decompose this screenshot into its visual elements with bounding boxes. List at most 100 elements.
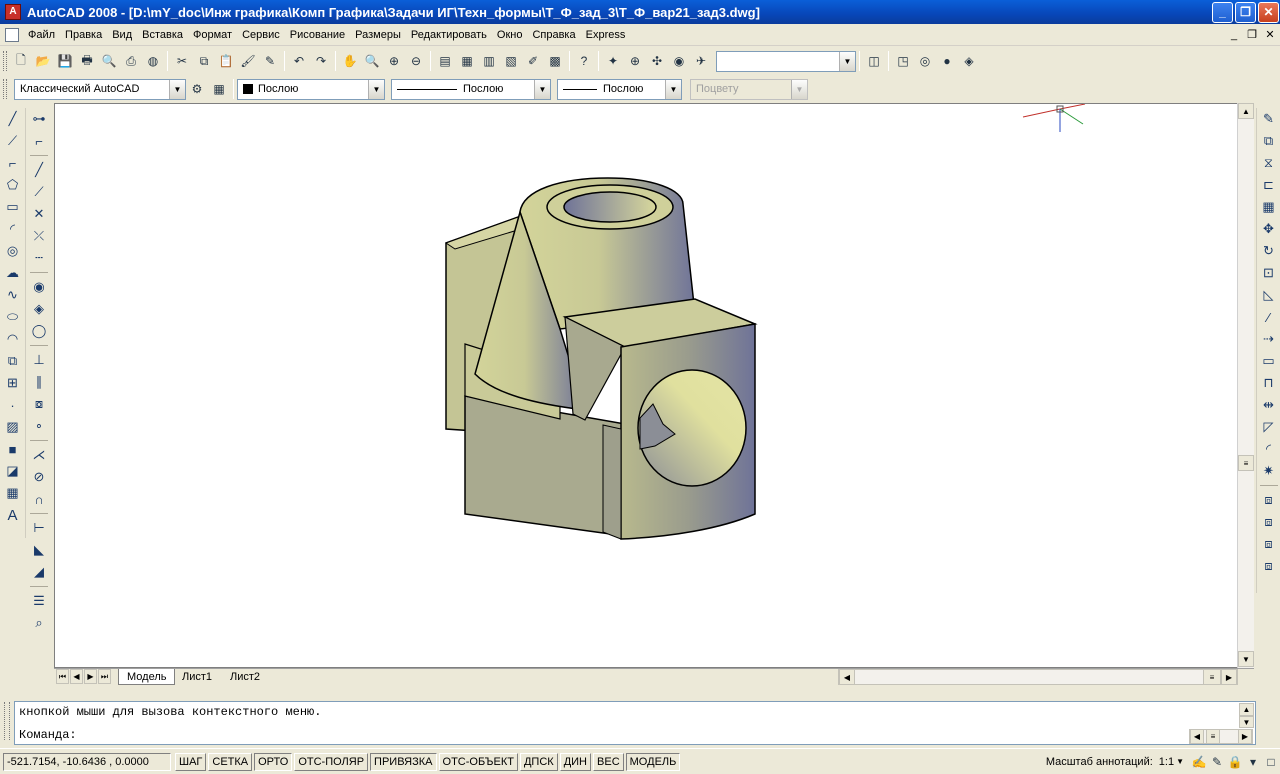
last-tab-icon[interactable]: ⏭ (98, 669, 111, 684)
status-toggle-2[interactable]: ОРТО (254, 752, 293, 771)
drawing-area[interactable] (54, 103, 1238, 668)
copy-icon[interactable]: ⧉ (193, 50, 215, 72)
gradient-icon[interactable]: ■ (2, 438, 24, 460)
render-icon[interactable]: ◈ (958, 50, 980, 72)
dim-update-icon[interactable]: ⌕ (28, 612, 50, 634)
polyline-icon[interactable]: ⌐ (2, 152, 24, 174)
linetype-combo[interactable]: Послою ▼ (391, 78, 551, 100)
status-toggle-1[interactable]: СЕТКА (208, 752, 253, 771)
menu-item-0[interactable]: Файл (23, 24, 60, 46)
scroll-left-icon[interactable]: ◀ (839, 669, 855, 685)
new-icon[interactable]: 🗋 (10, 50, 32, 72)
rectangle-icon[interactable]: ▭ (2, 196, 24, 218)
plot-icon[interactable]: 🖶 (76, 50, 98, 72)
status-toggle-6[interactable]: ДПСК (519, 752, 558, 771)
arc-icon[interactable]: ◜ (2, 218, 24, 240)
minimize-button[interactable]: _ (1212, 2, 1233, 23)
snap-intersection-icon[interactable]: ✕ (28, 203, 50, 225)
menu-item-10[interactable]: Справка (527, 24, 580, 46)
markup-icon[interactable]: ✐ (522, 50, 544, 72)
ellipse-icon[interactable]: ⬭ (2, 306, 24, 328)
open-icon[interactable]: 📂 (32, 50, 54, 72)
clean-screen-icon[interactable]: □ (1262, 751, 1280, 773)
status-toggle-9[interactable]: МОДЕЛЬ (625, 752, 681, 771)
chamfer-icon[interactable]: ◸ (1258, 416, 1280, 438)
workspace-combo[interactable]: Классический AutoCAD ▼ (14, 78, 186, 100)
break-icon[interactable]: ⊓ (1258, 372, 1280, 394)
line-icon[interactable]: ╱ (2, 108, 24, 130)
chevron-down-icon[interactable]: ▼ (368, 79, 384, 99)
chevron-down-icon[interactable]: ▼ (534, 79, 550, 99)
box-icon[interactable]: ◳ (892, 50, 914, 72)
trim-icon[interactable]: ⁄ (1258, 306, 1280, 328)
status-toggle-4[interactable]: ПРИВЯЗКА (370, 752, 437, 771)
offset-icon[interactable]: ⊏ (1258, 174, 1280, 196)
move-icon[interactable]: ✥ (1258, 218, 1280, 240)
snap-node-icon[interactable]: ∘ (28, 415, 50, 437)
status-tray-settings-icon[interactable]: ▾ (1244, 751, 1262, 773)
next-tab-icon[interactable]: ▶ (84, 669, 97, 684)
send-under-icon[interactable]: ⧈ (1258, 555, 1280, 577)
dim-style-icon[interactable]: ☰ (28, 590, 50, 612)
workspace-settings-icon[interactable]: ⚙ (186, 78, 208, 100)
lineweight-combo[interactable]: Послою ▼ (557, 78, 682, 100)
prev-tab-icon[interactable]: ◀ (70, 669, 83, 684)
scale-icon[interactable]: ⊡ (1258, 262, 1280, 284)
annotation-scale-value[interactable]: 1:1 (1159, 756, 1174, 768)
scroll-right-icon[interactable]: ▶ (1238, 729, 1252, 744)
chevron-down-icon[interactable]: ▼ (665, 79, 681, 99)
spline-icon[interactable]: ∿ (2, 284, 24, 306)
snap-perpendicular-icon[interactable]: ⊥ (28, 349, 50, 371)
undo-icon[interactable]: ↶ (288, 50, 310, 72)
command-hscroll[interactable]: ◀ ≡ ▶ (1189, 729, 1253, 744)
fly-icon[interactable]: ✈ (690, 50, 712, 72)
snap-none-icon[interactable]: ⊘ (28, 466, 50, 488)
construction-line-icon[interactable]: ⟋ (2, 130, 24, 152)
snap-tangent-icon[interactable]: ◯ (28, 320, 50, 342)
stretch-icon[interactable]: ◺ (1258, 284, 1280, 306)
zoom-icon[interactable]: ⊕ (624, 50, 646, 72)
coordinates-readout[interactable]: -521.7154, -10.6436 , 0.0000 (3, 752, 171, 771)
lock-toolbars-icon[interactable]: ▦ (208, 78, 230, 100)
circle-icon[interactable]: ◎ (2, 240, 24, 262)
bring-to-front-icon[interactable]: ⧈ (1258, 489, 1280, 511)
named-views-icon[interactable]: ✦ (602, 50, 624, 72)
zoom-previous-icon[interactable]: ⊖ (405, 50, 427, 72)
status-toggle-5[interactable]: ОТС-ОБЪЕКТ (438, 752, 518, 771)
zoom-realtime-icon[interactable]: 🔍 (361, 50, 383, 72)
scroll-up-icon[interactable]: ▲ (1239, 703, 1254, 716)
snap-nearest-icon[interactable]: ⋌ (28, 444, 50, 466)
save-icon[interactable]: 💾 (54, 50, 76, 72)
rotate-icon[interactable]: ↻ (1258, 240, 1280, 262)
menu-item-5[interactable]: Сервис (237, 24, 285, 46)
match-properties-icon[interactable]: 🖌 (237, 50, 259, 72)
break-at-point-icon[interactable]: ▭ (1258, 350, 1280, 372)
temp-track-icon[interactable]: ⊶ (28, 108, 50, 130)
orbit-icon[interactable]: ✣ (646, 50, 668, 72)
mdi-minimize-button[interactable]: _ (1226, 27, 1242, 43)
tab-layout2[interactable]: Лист2 (222, 669, 268, 685)
block-editor-icon[interactable]: ✎ (259, 50, 281, 72)
sheet-set-icon[interactable]: ▧ (500, 50, 522, 72)
make-block-icon[interactable]: ⊞ (2, 372, 24, 394)
paste-icon[interactable]: 📋 (215, 50, 237, 72)
menu-item-4[interactable]: Формат (188, 24, 237, 46)
explode-icon[interactable]: ✷ (1258, 460, 1280, 482)
menu-item-1[interactable]: Правка (60, 24, 107, 46)
redo-icon[interactable]: ↷ (310, 50, 332, 72)
named-view-combo[interactable]: ▼ (716, 50, 856, 72)
autocad-app-icon[interactable]: A (5, 4, 21, 20)
mdi-restore-button[interactable]: ❐ (1244, 27, 1260, 43)
scroll-thumb[interactable]: ≡ (1238, 455, 1254, 471)
tab-layout1[interactable]: Лист1 (174, 669, 220, 685)
join-icon[interactable]: ⇹ (1258, 394, 1280, 416)
lock-icon[interactable]: 🔒 (1226, 751, 1244, 773)
shade-icon[interactable]: ● (936, 50, 958, 72)
tab-model[interactable]: Модель (118, 669, 176, 685)
copy-object-icon[interactable]: ⧉ (1258, 130, 1280, 152)
ucs-icon[interactable]: ◫ (863, 50, 885, 72)
menu-item-6[interactable]: Рисование (285, 24, 350, 46)
title-bar[interactable]: A AutoCAD 2008 - [D:\mY_doc\Инж графика\… (0, 0, 1280, 24)
wireframe-icon[interactable]: ◎ (914, 50, 936, 72)
send-to-back-icon[interactable]: ⧈ (1258, 511, 1280, 533)
